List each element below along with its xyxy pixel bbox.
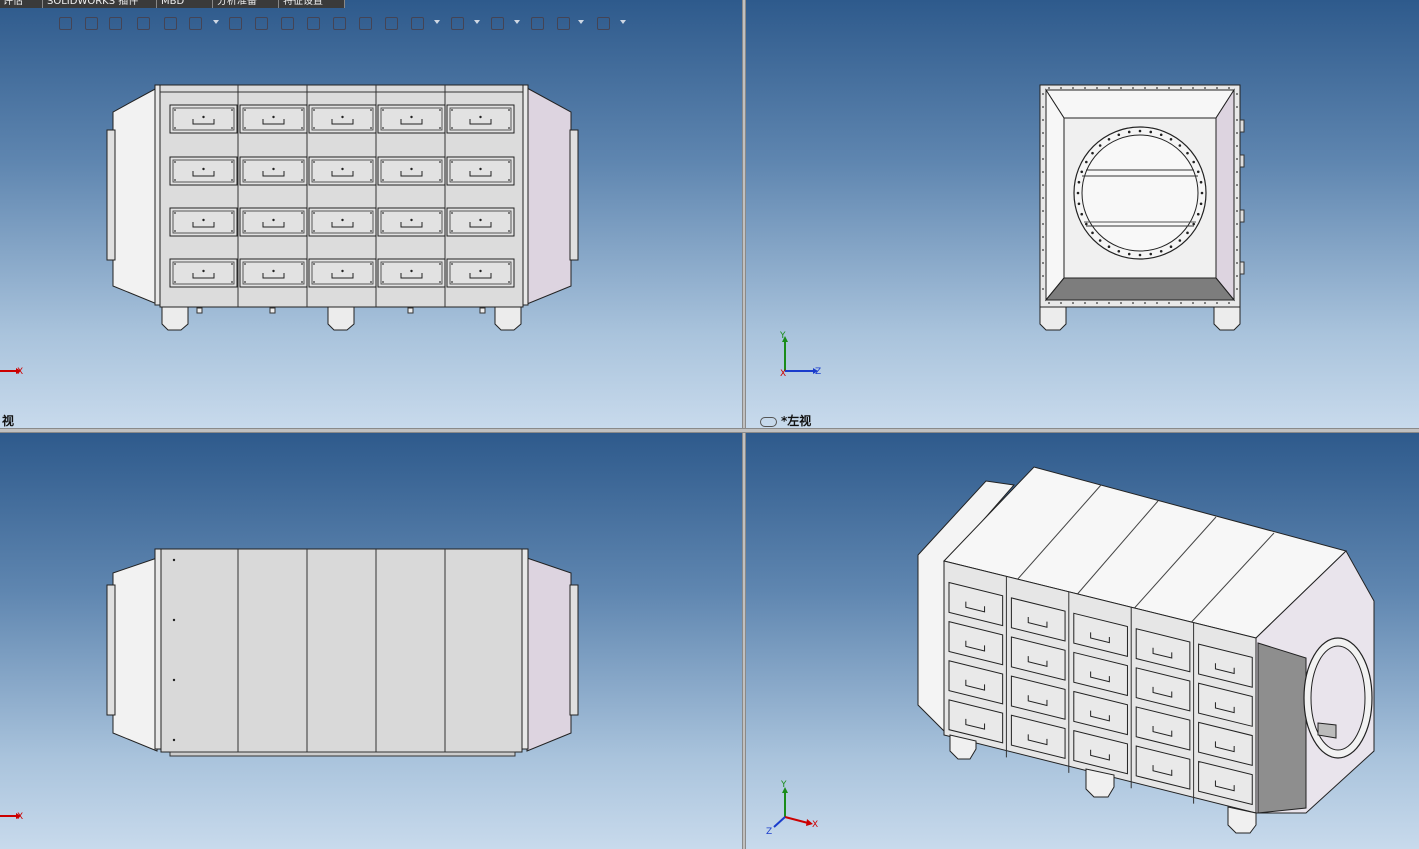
filter-drawer bbox=[169, 207, 238, 237]
axis-y-label: Y bbox=[780, 780, 787, 790]
leg bbox=[494, 306, 522, 331]
left-view-drawing: Y Z X bbox=[779, 84, 1245, 379]
tab-solidworks-addins[interactable]: SOLIDWORKS 插件 bbox=[44, 0, 157, 8]
top-view-drawing: X bbox=[0, 548, 579, 822]
link-views-icon[interactable] bbox=[760, 416, 777, 427]
display-style-icon[interactable] bbox=[186, 14, 204, 32]
axis-x-label: X bbox=[812, 820, 818, 830]
filter-drawer bbox=[446, 207, 515, 237]
roof-panels bbox=[160, 548, 523, 753]
right-hood bbox=[526, 87, 572, 305]
axis-z-label: Z bbox=[815, 367, 821, 377]
tab-analysis-prep[interactable]: 分析准备 bbox=[214, 0, 279, 8]
viewport-isometric[interactable]: Y X Z bbox=[746, 433, 1419, 849]
rotate-view-icon[interactable] bbox=[252, 14, 270, 32]
filter-drawer bbox=[239, 156, 308, 186]
filter-drawer bbox=[377, 207, 446, 237]
zoom-area-icon[interactable] bbox=[278, 14, 296, 32]
display-monitor-icon[interactable] bbox=[594, 14, 612, 32]
view-settings-icon[interactable] bbox=[488, 14, 506, 32]
isometric-drawing: Y X Z bbox=[766, 466, 1375, 837]
zoom-in-out-icon[interactable] bbox=[304, 14, 322, 32]
filter-drawer bbox=[169, 258, 238, 288]
sketch-icon[interactable] bbox=[382, 14, 400, 32]
axis-y-label: Y bbox=[779, 331, 786, 341]
filter-drawer bbox=[377, 156, 446, 186]
axis-x-label: X bbox=[780, 369, 786, 379]
render-tools-icon[interactable] bbox=[554, 14, 572, 32]
zoom-fit-icon[interactable] bbox=[106, 14, 124, 32]
filter-drawer bbox=[446, 156, 515, 186]
left-view-label: *左视 bbox=[781, 414, 812, 428]
hide-show-icon[interactable] bbox=[226, 14, 244, 32]
viewport-label-left: *左视 bbox=[760, 412, 811, 429]
viewport-splitter-horizontal[interactable] bbox=[0, 428, 1419, 433]
right-flange bbox=[569, 129, 579, 261]
filter-drawer bbox=[308, 156, 377, 186]
view-orientation-icon[interactable] bbox=[56, 14, 74, 32]
filter-drawer bbox=[169, 156, 238, 186]
filter-drawer bbox=[239, 258, 308, 288]
section-view-icon[interactable] bbox=[82, 14, 100, 32]
leg bbox=[161, 306, 189, 331]
left-flange bbox=[106, 129, 116, 261]
hide-items-icon[interactable] bbox=[528, 14, 546, 32]
filter-drawer bbox=[446, 104, 515, 134]
previous-view-icon[interactable] bbox=[134, 14, 152, 32]
viewport-top[interactable]: X bbox=[0, 433, 742, 849]
front-view-drawing: X bbox=[0, 84, 579, 377]
left-hood bbox=[112, 87, 158, 305]
viewport-left[interactable]: Y Z X bbox=[746, 0, 1419, 428]
filter-drawer bbox=[308, 258, 377, 288]
axis-x-label: X bbox=[17, 367, 23, 377]
command-manager-tabs: 评估 SOLIDWORKS 插件 MBD 分析准备 特征设置 bbox=[0, 0, 345, 8]
axis-x-label: X bbox=[17, 812, 23, 822]
viewport-front[interactable]: X bbox=[0, 0, 742, 428]
filter-drawer bbox=[377, 258, 446, 288]
filter-drawer bbox=[169, 104, 238, 134]
viewport-splitter-vertical[interactable] bbox=[742, 0, 746, 849]
tab-evaluate[interactable]: 评估 bbox=[0, 0, 43, 8]
axis-z-label: Z bbox=[766, 827, 772, 837]
pan-icon[interactable] bbox=[330, 14, 348, 32]
heads-up-view-toolbar bbox=[56, 12, 636, 36]
tab-feature-settings[interactable]: 特征设置 bbox=[280, 0, 345, 8]
filter-drawer bbox=[377, 104, 446, 134]
3d-drawing-icon[interactable] bbox=[356, 14, 374, 32]
filter-drawer bbox=[308, 207, 377, 237]
edit-appearance-icon[interactable] bbox=[408, 14, 426, 32]
filter-drawer bbox=[446, 258, 515, 288]
filter-drawer bbox=[308, 104, 377, 134]
apply-scene-icon[interactable] bbox=[448, 14, 466, 32]
filter-drawer bbox=[239, 207, 308, 237]
viewport-label-front: 视 bbox=[2, 414, 15, 428]
filter-drawer bbox=[239, 104, 308, 134]
tab-mbd[interactable]: MBD bbox=[158, 0, 213, 8]
leg bbox=[327, 306, 355, 331]
view-cube-icon[interactable] bbox=[161, 14, 179, 32]
